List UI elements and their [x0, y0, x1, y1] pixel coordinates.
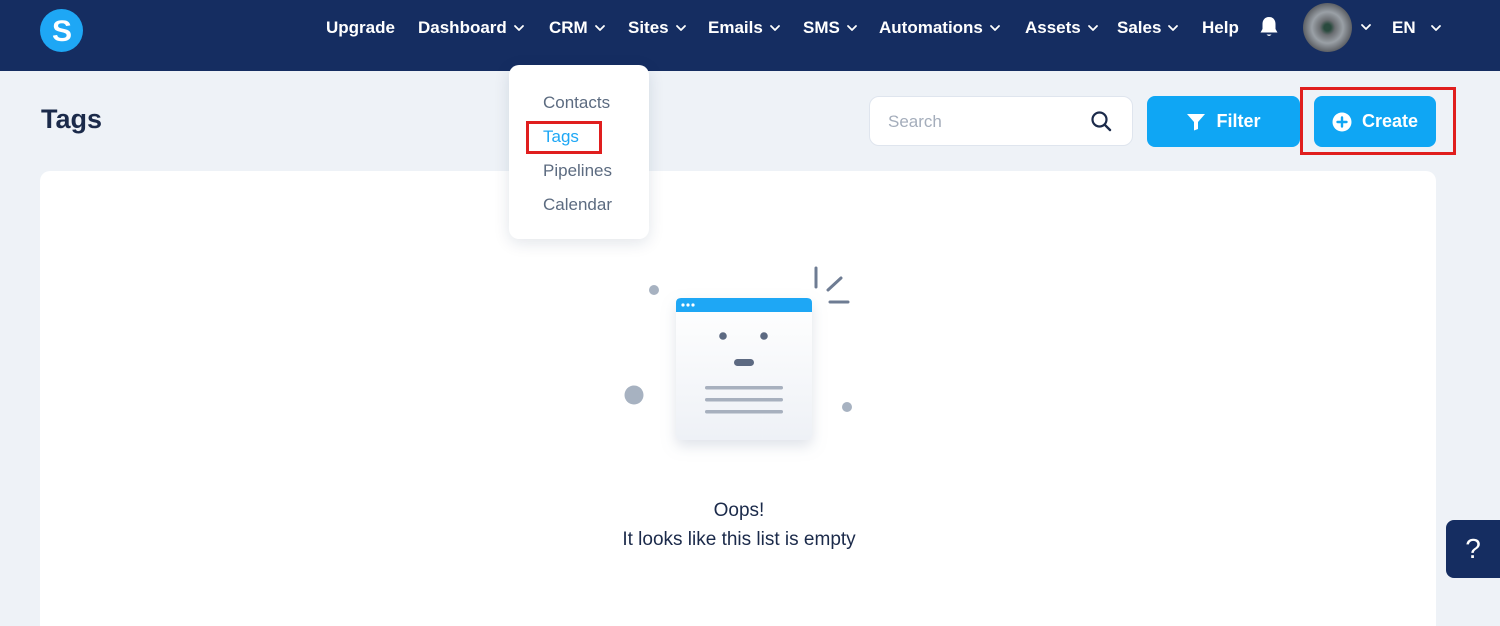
top-navbar: S Upgrade Dashboard CRM Sites Emails SMS… [0, 0, 1500, 71]
filter-icon [1187, 113, 1206, 130]
chevron-down-icon [513, 25, 524, 31]
nav-item-sales[interactable]: Sales [1117, 17, 1179, 39]
nav-item-label: Upgrade [326, 18, 395, 37]
search-input[interactable] [888, 111, 1078, 133]
menu-item-contacts[interactable]: Contacts [543, 93, 610, 113]
empty-state-subtitle: It looks like this list is empty [622, 529, 856, 550]
nav-item-label: Emails [708, 18, 763, 37]
language-selector[interactable]: EN [1392, 17, 1442, 39]
nav-item-assets[interactable]: Assets [1025, 17, 1099, 39]
filter-button-label: Filter [1216, 111, 1261, 131]
chevron-down-icon [1430, 25, 1441, 31]
help-tab[interactable]: ? [1446, 520, 1500, 578]
empty-state-title: Oops! [713, 500, 765, 521]
search-icon[interactable] [1090, 110, 1112, 132]
empty-list-illustration [624, 266, 852, 440]
tags-menu-item-highlight [526, 121, 602, 154]
help-tab-label: ? [1465, 533, 1481, 564]
menu-item-pipelines[interactable]: Pipelines [543, 161, 612, 181]
chevron-down-icon [769, 25, 780, 31]
nav-item-dashboard[interactable]: Dashboard [418, 17, 525, 39]
chevron-down-icon [989, 25, 1000, 31]
app-logo[interactable]: S [40, 9, 83, 52]
page-title: Tags [41, 104, 103, 134]
nav-item-label: Sales [1117, 18, 1162, 37]
menu-item-calendar[interactable]: Calendar [543, 195, 612, 215]
nav-item-sms[interactable]: SMS [803, 17, 858, 39]
nav-item-help[interactable]: Help [1202, 17, 1239, 39]
nav-item-label: Dashboard [418, 18, 507, 37]
chevron-down-icon [675, 25, 686, 31]
chevron-down-icon [594, 25, 605, 31]
nav-item-sites[interactable]: Sites [628, 17, 687, 39]
nav-item-crm[interactable]: CRM [549, 17, 606, 39]
nav-item-label: SMS [803, 18, 840, 37]
user-avatar[interactable] [1303, 3, 1352, 52]
nav-item-label: Help [1202, 18, 1239, 37]
chevron-down-icon [1168, 25, 1179, 31]
nav-item-upgrade[interactable]: Upgrade [326, 17, 395, 39]
chevron-down-icon [846, 25, 857, 31]
nav-item-label: CRM [549, 18, 588, 37]
nav-item-emails[interactable]: Emails [708, 17, 781, 39]
chevron-down-icon [1087, 25, 1098, 31]
language-label: EN [1392, 18, 1416, 37]
bell-icon[interactable] [1258, 15, 1280, 39]
filter-button[interactable]: Filter [1147, 96, 1300, 147]
nav-item-label: Automations [879, 18, 983, 37]
create-button-highlight [1300, 87, 1456, 155]
nav-item-automations[interactable]: Automations [879, 17, 1001, 39]
nav-item-label: Sites [628, 18, 669, 37]
svg-text:S: S [51, 16, 71, 46]
chevron-down-icon[interactable] [1360, 21, 1372, 33]
nav-item-label: Assets [1025, 18, 1081, 37]
logo-s-icon: S [51, 16, 71, 46]
